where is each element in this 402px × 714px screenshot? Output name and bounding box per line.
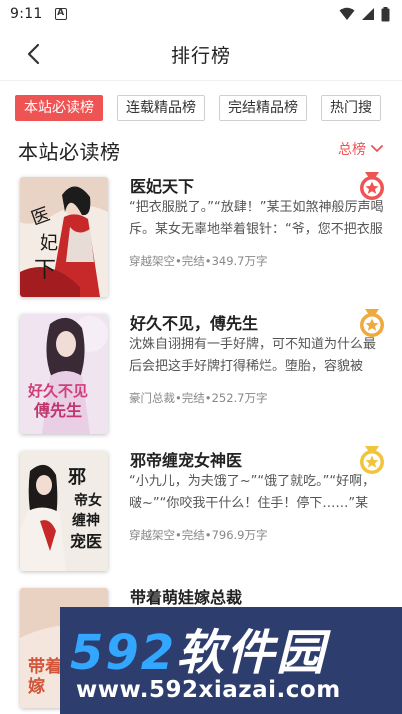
watermark-logo-text: 592软件园 [70, 625, 327, 681]
back-button[interactable] [20, 40, 46, 68]
ranking-tabs: 本站必读榜 连载精品榜 完结精品榜 热门搜 [15, 95, 402, 121]
tab-hot-search[interactable]: 热门搜 [321, 95, 381, 121]
svg-text:嫁: 嫁 [27, 676, 45, 697]
book-title: 带着萌娃嫁总裁 [130, 588, 243, 607]
rank-1-medal-icon [360, 172, 384, 200]
chevron-down-icon [371, 145, 383, 152]
book-title: 医妃天下 [130, 177, 195, 196]
book-item[interactable]: 邪 帝女 缠神 宠医 邪帝缠宠女神医 “小九儿，为夫饿了~”“饿了就吃。”“好啊… [0, 446, 402, 581]
status-icons [339, 6, 390, 22]
book-description: “把衣服脱了。”“放肆！”某王如煞神般厉声喝斥。某女无辜地举着银针：“爷，您不把… [129, 200, 384, 237]
app-header: 排行榜 [0, 28, 402, 80]
svg-text:缠神: 缠神 [72, 512, 100, 529]
signal-icon [362, 8, 374, 20]
watermark-url: www.592xiazai.com [76, 677, 341, 703]
section-title: 本站必读榜 [18, 140, 121, 164]
rank-3-medal-icon [360, 446, 384, 474]
svg-text:邪: 邪 [67, 467, 86, 488]
book-cover: 好久不见 傅先生 [20, 314, 108, 434]
header-divider [0, 80, 402, 81]
svg-text:傅先生: 傅先生 [33, 401, 82, 420]
chevron-left-icon [27, 43, 40, 65]
tab-serial-quality[interactable]: 连载精品榜 [117, 95, 205, 121]
book-title: 邪帝缠宠女神医 [130, 451, 243, 470]
page-title: 排行榜 [170, 44, 231, 67]
book-meta: 穿越架空•完结•349.7万字 [129, 254, 268, 268]
status-bar: 9:11 A [0, 0, 402, 28]
filter-label: 总榜 [338, 142, 366, 158]
ranking-filter-dropdown[interactable]: 总榜 [338, 139, 384, 159]
wifi-icon [339, 7, 355, 20]
book-title: 好久不见，傅先生 [130, 314, 259, 333]
svg-text:下: 下 [34, 258, 56, 283]
tab-finished-quality[interactable]: 完结精品榜 [219, 95, 307, 121]
svg-text:宠医: 宠医 [70, 532, 102, 551]
status-time: 9:11 [10, 6, 43, 22]
svg-text:妃: 妃 [40, 233, 58, 254]
tab-must-read[interactable]: 本站必读榜 [15, 95, 103, 121]
book-cover: 邪 帝女 缠神 宠医 [20, 451, 108, 571]
book-meta: 穿越架空•完结•796.9万字 [129, 528, 268, 542]
watermark-banner: 592软件园 www.592xiazai.com [60, 607, 402, 714]
svg-text:帝女: 帝女 [74, 492, 102, 509]
book-cover: 医 妃 下 [20, 177, 108, 297]
book-description: 沈姝自诩拥有一手好牌，可不知道为什么最后会把这手好牌打得稀烂。堕胎，容貌被毁…… [129, 337, 377, 374]
book-item[interactable]: 好久不见 傅先生 好久不见，傅先生 沈姝自诩拥有一手好牌，可不知道为什么最后会把… [0, 309, 402, 444]
battery-icon [381, 6, 390, 21]
svg-text:好久不见: 好久不见 [27, 382, 88, 400]
rank-2-medal-icon [360, 309, 384, 337]
book-item[interactable]: 医 妃 下 医妃天下 “把衣服脱了。”“放肆！”某王如煞神般厉声喝斥。某女无辜地… [0, 172, 402, 307]
book-description: “小九儿，为夫饿了~”“饿了就吃。”“好啊，啵~”“你咬我干什么！住手！停下……… [129, 474, 376, 511]
svg-text:带着: 带着 [28, 656, 62, 677]
book-meta: 豪门总裁•完结•252.7万字 [129, 391, 268, 405]
notification-a-icon: A [54, 8, 67, 20]
